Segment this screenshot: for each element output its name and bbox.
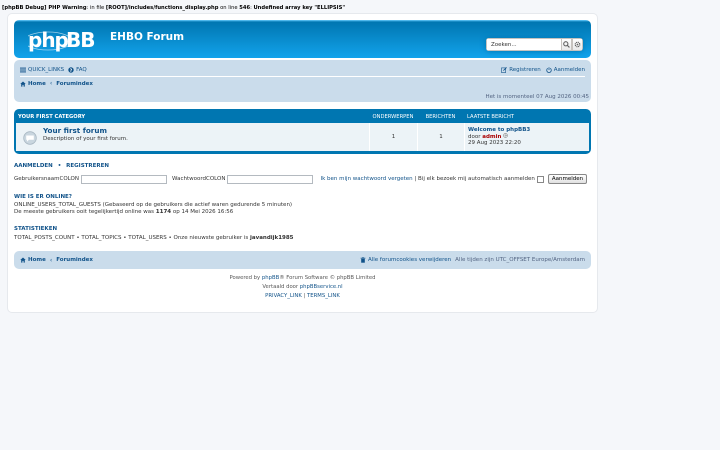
login-link[interactable]: Aanmelden <box>546 67 585 73</box>
search-button[interactable] <box>561 38 572 51</box>
newest-user-link[interactable]: javandijk1985 <box>250 235 293 241</box>
col-last-post-header: LAATSTE BERICHT <box>467 114 515 120</box>
view-latest-post-icon[interactable] <box>503 133 508 138</box>
forum-table-header: YOUR FIRST CATEGORY ONDERWERPEN BERICHTE… <box>16 111 589 123</box>
password-field[interactable] <box>227 174 314 184</box>
menu-icon <box>20 67 26 72</box>
gear-icon <box>574 41 581 48</box>
forum-row: Your first forum Description of your fir… <box>16 123 589 151</box>
power-icon <box>546 66 552 73</box>
current-time: Het is momenteel 07 Aug 2026 00:45 <box>485 94 589 100</box>
remember-me-label: Bij elk bezoek mij automatisch aanmelden <box>418 176 535 182</box>
phpbb-logo[interactable]: php BB <box>23 28 104 56</box>
breadcrumb-separator: ‹ <box>49 256 53 264</box>
quick-links-menu[interactable]: QUICK_LINKS <box>20 67 64 73</box>
forgot-password-link[interactable]: Ik ben mijn wachtwoord vergeten <box>320 176 412 182</box>
powered-by: Powered by phpBB® Forum Software © phpBB… <box>229 275 376 281</box>
quick-login-form: GebruikersnaamCOLON WachtwoordCOLON Ik b… <box>14 173 588 185</box>
home-icon <box>20 257 26 263</box>
svg-text:BB: BB <box>66 28 95 52</box>
footer-navbar: Home ‹ Forumindex Alle forumcookies verw… <box>14 251 591 269</box>
footer-breadcrumb-home[interactable]: Home <box>20 257 46 263</box>
search-box <box>486 38 583 51</box>
forum-description: Description of your first forum. <box>43 136 128 142</box>
privacy-link[interactable]: PRIVACY_LINK <box>265 293 302 299</box>
breadcrumb-forumindex[interactable]: Forumindex <box>56 81 93 87</box>
password-label: WachtwoordCOLON <box>171 176 226 182</box>
forum-posts-count: 1 <box>417 123 464 151</box>
most-online-line: De meeste gebruikers ooit tegelijkertijd… <box>14 209 234 215</box>
remember-me-checkbox[interactable] <box>536 175 544 183</box>
home-icon <box>20 80 26 87</box>
phpbbservice-link[interactable]: phpBBservice.nl <box>300 284 343 290</box>
search-icon <box>563 41 570 48</box>
register-link[interactable]: Registreren <box>501 67 541 73</box>
faq-link[interactable]: ? FAQ <box>68 67 87 73</box>
statistics-heading: STATISTIEKEN <box>14 226 58 232</box>
question-circle-icon: ? <box>68 66 74 72</box>
login-submit-button[interactable]: Aanmelden <box>547 174 588 184</box>
breadcrumb-home[interactable]: Home <box>20 81 46 87</box>
terms-link[interactable]: TERMS_LINK <box>307 293 340 299</box>
delete-cookies-link[interactable]: Alle forumcookies verwijderen <box>360 257 451 263</box>
col-topics-header: ONDERWERPEN <box>372 114 414 120</box>
username-field[interactable] <box>80 174 167 184</box>
breadcrumb: Home ‹ Forumindex <box>20 78 585 89</box>
who-is-online-heading[interactable]: WIE IS ER ONLINE? <box>14 194 72 200</box>
login-register-heading: AANMELDEN • REGISTREREN <box>14 163 109 169</box>
forum-name-link[interactable]: Your first forum <box>43 126 107 135</box>
advanced-search-button[interactable] <box>572 38 583 51</box>
forum-read-icon <box>23 131 37 145</box>
nav-divider <box>20 76 585 77</box>
statistics-line: TOTAL_POSTS_COUNT • TOTAL_TOPICS • TOTAL… <box>14 235 294 241</box>
breadcrumb-separator: ‹ <box>49 80 53 87</box>
page-wrapper: php BB EHBO Forum QUICK_LINKS ? FAQ <box>7 13 598 313</box>
translated-by: Vertaald door phpBBservice.nl <box>262 284 343 290</box>
footer-links: PRIVACY_LINK | TERMS_LINK <box>265 293 340 299</box>
online-users-line: ONLINE_USERS_TOTAL_GUESTS (Gebaseerd op … <box>14 202 293 208</box>
last-post-author: door admin <box>468 133 589 140</box>
trash-icon <box>360 257 366 263</box>
search-input[interactable] <box>486 38 561 51</box>
forum-last-post: Welcome to phpBB3 door admin 29 Aug 2023… <box>464 123 589 151</box>
site-header: php BB EHBO Forum <box>14 20 591 58</box>
forum-topics-count: 1 <box>369 123 417 151</box>
category-title[interactable]: YOUR FIRST CATEGORY <box>16 114 369 120</box>
col-posts-header: BERICHTEN <box>425 114 456 120</box>
last-post-date: 29 Aug 2023 22:20 <box>468 140 521 146</box>
forum-category-box: YOUR FIRST CATEGORY ONDERWERPEN BERICHTE… <box>14 109 591 154</box>
php-debug-warning: [phpBB Debug] PHP Warning: in file [ROOT… <box>2 5 346 11</box>
phpbb-link[interactable]: phpBB <box>262 275 279 281</box>
login-heading-link[interactable]: AANMELDEN <box>14 163 53 169</box>
edit-icon <box>501 66 508 73</box>
timezone-info: Alle tijden zijn UTC_OFFSET Europe/Amste… <box>455 257 585 263</box>
register-heading-link[interactable]: REGISTREREN <box>66 163 109 169</box>
site-title[interactable]: EHBO Forum <box>110 31 184 43</box>
footer-breadcrumb-forumindex[interactable]: Forumindex <box>56 257 93 263</box>
username-label: GebruikersnaamCOLON <box>14 176 79 182</box>
forum-info: Your first forum Description of your fir… <box>16 123 369 151</box>
